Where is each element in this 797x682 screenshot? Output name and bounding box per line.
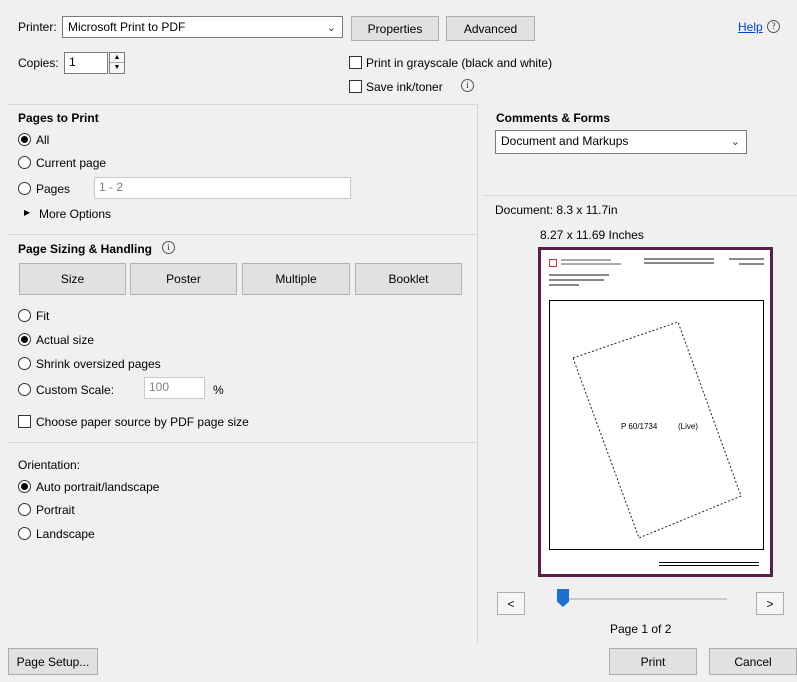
next-page-button[interactable]: >: [756, 592, 784, 615]
printer-label: Printer:: [18, 20, 57, 34]
size-tab[interactable]: Size: [19, 263, 126, 295]
page-setup-button[interactable]: Page Setup...: [8, 648, 98, 675]
pages-range-input[interactable]: 1 - 2: [94, 177, 351, 199]
parcel-outline: [572, 321, 742, 539]
paper-source-label: Choose paper source by PDF page size: [36, 415, 249, 429]
comments-forms-title: Comments & Forms: [496, 111, 611, 125]
fit-radio[interactable]: [18, 309, 31, 322]
chevron-down-icon: ⌄: [326, 22, 336, 34]
auto-orientation-radio[interactable]: [18, 480, 31, 493]
divider: [8, 104, 477, 105]
landscape-radio[interactable]: [18, 527, 31, 540]
page-counter: Page 1 of 2: [610, 622, 672, 636]
parcel-status: (Live): [678, 422, 699, 431]
actual-size-label: Actual size: [36, 333, 95, 347]
landscape-label: Landscape: [36, 527, 95, 541]
all-pages-radio[interactable]: [18, 133, 31, 146]
poster-tab[interactable]: Poster: [130, 263, 237, 295]
printer-select[interactable]: Microsoft Print to PDF ⌄: [62, 16, 343, 38]
shrink-label: Shrink oversized pages: [36, 357, 161, 371]
more-options-toggle[interactable]: More Options: [39, 207, 111, 221]
parcel-label: P 60/1734: [621, 422, 658, 431]
document-size-label: Document: 8.3 x 11.7in: [495, 203, 618, 217]
save-ink-info-icon[interactable]: i: [461, 79, 474, 92]
help-icon[interactable]: ?: [767, 20, 780, 33]
custom-scale-radio[interactable]: [18, 383, 31, 396]
current-page-radio[interactable]: [18, 156, 31, 169]
portrait-radio[interactable]: [18, 503, 31, 516]
save-ink-checkbox[interactable]: [349, 80, 362, 93]
print-button[interactable]: Print: [609, 648, 697, 675]
expand-triangle-icon[interactable]: ▶: [24, 208, 30, 217]
grayscale-label: Print in grayscale (black and white): [366, 56, 553, 70]
copies-stepper[interactable]: ▲ ▼: [109, 52, 125, 74]
divider: [482, 195, 797, 196]
multiple-tab[interactable]: Multiple: [242, 263, 350, 295]
all-pages-label: All: [36, 133, 50, 147]
divider: [8, 442, 477, 443]
page-sizing-info-icon[interactable]: i: [162, 241, 175, 254]
fit-label: Fit: [36, 309, 50, 323]
advanced-button[interactable]: Advanced: [446, 16, 535, 41]
chevron-down-icon: ⌄: [730, 136, 740, 148]
printer-value: Microsoft Print to PDF: [68, 20, 186, 34]
preview-dimensions: 8.27 x 11.69 Inches: [540, 228, 644, 242]
portrait-label: Portrait: [36, 503, 75, 517]
actual-size-radio[interactable]: [18, 333, 31, 346]
help-link[interactable]: Help: [738, 20, 763, 34]
properties-button[interactable]: Properties: [351, 16, 439, 41]
shrink-radio[interactable]: [18, 357, 31, 370]
copies-input[interactable]: 1: [64, 52, 108, 74]
divider: [477, 104, 478, 644]
grayscale-checkbox[interactable]: [349, 56, 362, 69]
page-preview: P 60/1734 (Live): [538, 247, 773, 577]
slider-thumb[interactable]: [557, 589, 569, 607]
save-ink-label: Save ink/toner: [366, 80, 443, 94]
previous-page-button[interactable]: <: [497, 592, 525, 615]
auto-orientation-label: Auto portrait/landscape: [36, 480, 160, 494]
increment-icon[interactable]: ▲: [110, 53, 124, 63]
scale-bar: [659, 562, 759, 566]
divider: [8, 234, 477, 235]
booklet-tab[interactable]: Booklet: [355, 263, 462, 295]
paper-source-checkbox[interactable]: [18, 415, 31, 428]
pages-radio[interactable]: [18, 182, 31, 195]
pages-label: Pages: [36, 182, 71, 196]
page-sizing-title: Page Sizing & Handling: [18, 242, 153, 256]
orientation-title: Orientation:: [18, 458, 81, 472]
page-slider[interactable]: [557, 598, 727, 600]
pages-to-print-title: Pages to Print: [18, 111, 99, 125]
percent-label: %: [213, 383, 224, 397]
comments-forms-select[interactable]: Document and Markups ⌄: [495, 130, 747, 154]
custom-scale-label: Custom Scale:: [36, 383, 115, 397]
cancel-button[interactable]: Cancel: [709, 648, 797, 675]
custom-scale-input[interactable]: 100: [144, 377, 205, 399]
comments-forms-value: Document and Markups: [501, 134, 629, 148]
copies-label: Copies:: [18, 56, 59, 70]
current-page-label: Current page: [36, 156, 107, 170]
decrement-icon[interactable]: ▼: [110, 63, 124, 73]
